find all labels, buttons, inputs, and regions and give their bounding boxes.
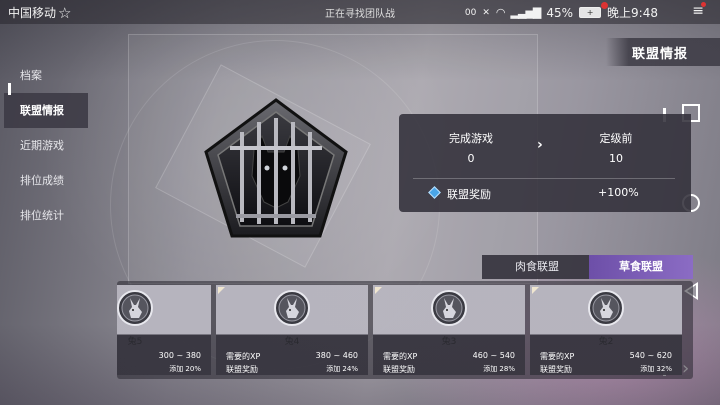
rank-badge (196, 92, 356, 252)
menu-badge (701, 2, 706, 7)
sidebar-item-profile[interactable]: 档案 (0, 58, 90, 93)
mute-icon: ✕ (482, 7, 490, 18)
rabbit-medal-icon (587, 289, 625, 327)
tier-name: 兔2 (598, 337, 614, 347)
data-speed: 00 (464, 7, 477, 18)
system-indicators: 00 ✕ ◠ ▂▃▅▇ 45% + 晚上9:48 (465, 4, 658, 21)
carrier-name: 中国移动 (8, 6, 57, 20)
battery-icon: + (579, 7, 602, 18)
reward-label: 联盟奖励 (540, 365, 572, 374)
sidebar-item-ranked-stats[interactable]: 排位统计 (0, 198, 90, 233)
required-xp-value: 380 ~ 460 (315, 351, 358, 360)
required-xp-value: 460 ~ 540 (472, 351, 515, 360)
rabbit-medal-icon (273, 289, 311, 327)
corner-marker (375, 287, 382, 294)
matchmaking-status: 正在寻找团队战 (325, 9, 395, 20)
sidebar-item-alliance-info[interactable]: 联盟情报 (4, 83, 88, 128)
tier-name: 兔5 (127, 337, 143, 347)
wolf-cage-badge-icon (204, 98, 348, 238)
tier-card[interactable]: 兔2 需要的XP 540 ~ 620 联盟奖励 添加 32% (530, 285, 682, 375)
game-center-icon: ☆ (58, 3, 72, 22)
corner-marker (218, 287, 225, 294)
league-stats-panel: 完成游戏 0 › 定级前 10 联盟奖励 +100% (399, 114, 691, 212)
tier-card[interactable]: 兔3 需要的XP 460 ~ 540 联盟奖励 添加 28% (373, 285, 525, 375)
league-reward-value: +100% (598, 186, 639, 199)
league-reward-label: 联盟奖励 (447, 188, 491, 201)
wifi-icon: ◠ (495, 6, 506, 19)
divider (413, 178, 675, 179)
reward-value: 添加 20% (169, 365, 201, 373)
diamond-icon (428, 186, 441, 199)
required-xp-value: 540 ~ 620 (629, 351, 672, 360)
placement-label: 定级前 (599, 132, 633, 145)
tab-carnivore-league[interactable]: 肉食联盟 (482, 255, 592, 279)
tier-name: 兔3 (441, 337, 457, 347)
placement-value: 10 (609, 152, 623, 165)
tier-name: 兔4 (284, 337, 300, 347)
page-title: 联盟情报 (606, 38, 720, 66)
completed-games-value: 0 (467, 152, 475, 165)
clock: 晚上9:48 (607, 6, 658, 20)
required-xp-label: 需要的XP (226, 352, 261, 361)
arrow-right-icon: › (537, 137, 543, 153)
tier-card[interactable]: 兔4 需要的XP 380 ~ 460 联盟奖励 添加 24% (216, 285, 368, 375)
rabbit-medal-icon (430, 289, 468, 327)
tier-card[interactable]: 兔5 300 ~ 380 添加 20% (117, 285, 211, 375)
battery-percent: 45% (546, 5, 574, 20)
carrier: 中国移动 ☆ (8, 4, 71, 21)
reward-label: 联盟奖励 (383, 365, 415, 374)
reward-value: 添加 32% (640, 365, 672, 373)
required-xp-label: 需要的XP (383, 352, 418, 361)
notification-dot (601, 2, 608, 9)
reward-label: 联盟奖励 (226, 365, 258, 374)
required-xp-label: 需要的XP (540, 352, 575, 361)
signal-icon: ▂▃▅▇ (510, 6, 542, 19)
completed-games: 完成游戏 0 (411, 130, 531, 165)
rabbit-medal-icon (117, 289, 154, 327)
sidebar-item-recent-games[interactable]: 近期游戏 (0, 128, 90, 163)
reward-value: 添加 28% (483, 365, 515, 373)
completed-games-label: 完成游戏 (449, 132, 493, 145)
status-bar: 中国移动 ☆ 正在寻找团队战 00 ✕ ◠ ▂▃▅▇ 45% + 晚上9:48 … (0, 0, 720, 24)
sidebar: 档案 联盟情报 近期游戏 排位成绩 排位统计 (0, 58, 90, 233)
required-xp-value: 300 ~ 380 (158, 351, 201, 360)
tab-herbivore-league[interactable]: 草食联盟 (589, 255, 693, 279)
corner-marker (532, 287, 539, 294)
placement: 定级前 10 (556, 130, 676, 165)
sidebar-item-ranked-results[interactable]: 排位成绩 (0, 163, 90, 198)
tier-cards: 兔5 300 ~ 380 添加 20% 兔4 需要的XP 380 ~ 460 联… (117, 281, 693, 379)
reward-value: 添加 24% (326, 365, 358, 373)
